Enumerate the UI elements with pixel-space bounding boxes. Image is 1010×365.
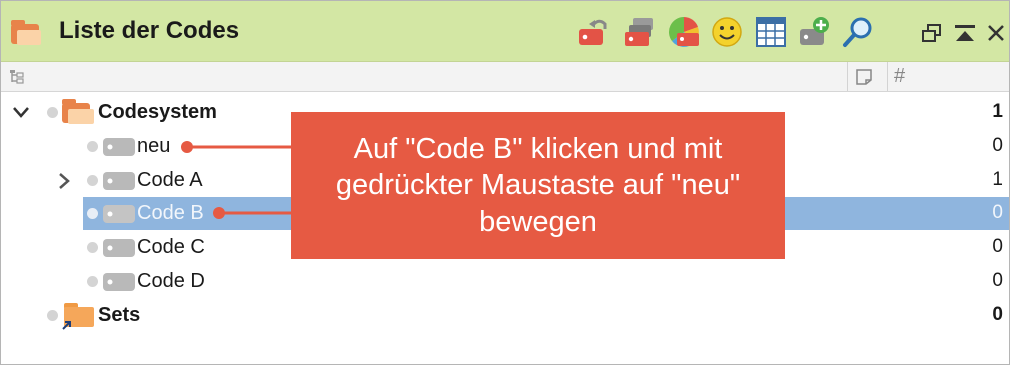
column-separator[interactable] xyxy=(847,62,848,91)
column-separator[interactable] xyxy=(887,62,888,91)
status-dot xyxy=(87,276,98,287)
column-header: # xyxy=(1,62,1009,92)
undo-code-icon[interactable] xyxy=(577,15,611,49)
title-bar: Liste der Codes xyxy=(1,1,1009,62)
close-icon[interactable] xyxy=(986,23,1006,43)
coded-segments-count: 0 xyxy=(992,202,1003,223)
code-tag-icon xyxy=(103,239,135,257)
tree-label: Sets xyxy=(98,304,141,326)
coded-segments-count: 0 xyxy=(992,304,1003,325)
undock-icon[interactable] xyxy=(921,23,943,43)
coded-segments-count: 1 xyxy=(992,169,1003,190)
sets-folder-icon xyxy=(62,303,94,330)
coded-segments-count: 0 xyxy=(992,135,1003,156)
instruction-callout: Auf "Code B" klicken und mit gedrückter … xyxy=(291,112,785,259)
status-dot xyxy=(47,310,58,321)
tree-row-code[interactable]: Code D 0 xyxy=(1,265,1009,298)
tree-structure-icon[interactable] xyxy=(9,69,25,85)
collapse-icon[interactable] xyxy=(953,23,977,43)
chevron-right-icon[interactable] xyxy=(57,172,71,190)
code-tag-icon xyxy=(103,205,135,223)
search-icon[interactable] xyxy=(841,15,875,49)
count-column-header[interactable]: # xyxy=(894,65,905,88)
status-dot xyxy=(87,242,98,253)
memo-column-icon[interactable] xyxy=(855,68,873,86)
table-icon[interactable] xyxy=(754,15,788,49)
code-system-icon xyxy=(62,99,94,124)
coded-segments-count: 1 xyxy=(992,101,1003,122)
status-dot xyxy=(47,107,58,118)
code-tag-icon xyxy=(103,138,135,156)
status-dot xyxy=(87,141,98,152)
tree-label: Code D xyxy=(137,270,205,292)
code-list-window: Liste der Codes # Codesystem 1 neu 0 Cod… xyxy=(0,0,1010,365)
annotation-connector xyxy=(181,141,293,219)
status-dot xyxy=(87,175,98,186)
callout-text: Auf "Code B" klicken und mit gedrückter … xyxy=(335,133,741,238)
new-code-icon[interactable] xyxy=(798,15,832,49)
coded-segments-count: 0 xyxy=(992,270,1003,291)
tree-row-sets[interactable]: Sets 0 xyxy=(1,299,1009,332)
code-tag-icon xyxy=(103,172,135,190)
coded-segments-count: 0 xyxy=(992,236,1003,257)
tree-label: Codesystem xyxy=(98,101,217,123)
emoticode-icon[interactable] xyxy=(710,15,744,49)
code-sets-icon[interactable] xyxy=(623,15,657,49)
tree-label: Code C xyxy=(137,236,205,258)
chevron-down-icon[interactable] xyxy=(12,105,30,119)
code-system-icon xyxy=(11,20,41,45)
window-title: Liste der Codes xyxy=(59,17,240,44)
color-codes-icon[interactable] xyxy=(667,15,701,49)
tree-label: neu xyxy=(137,135,171,157)
status-dot xyxy=(87,208,98,219)
code-tag-icon xyxy=(103,273,135,291)
